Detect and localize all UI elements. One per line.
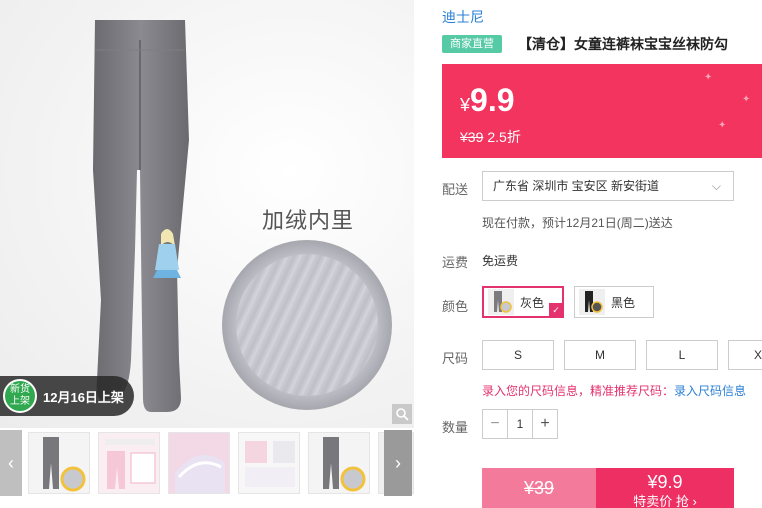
color-label: 颜色 <box>442 299 469 314</box>
black-swatch-icon <box>579 289 605 315</box>
thumbnail-2[interactable] <box>98 432 160 494</box>
chevron-right-icon: › <box>395 452 401 473</box>
size-note-text: 录入您的尺码信息，精准推荐尺码： <box>482 384 675 398</box>
main-product-image[interactable]: 加绒内里 新货 上架 12月16日上架 <box>0 0 414 428</box>
sparkle-decoration: ✦ <box>718 120 727 131</box>
shop-type-tag: 商家直营 <box>442 35 502 53</box>
plus-icon: + <box>540 415 550 432</box>
thumbnail-3[interactable] <box>168 432 230 494</box>
size-recommendation-note: 录入您的尺码信息，精准推荐尺码：录入尺码信息 <box>482 382 746 399</box>
buy-original-price: ¥39 <box>523 478 555 498</box>
delivery-label: 配送 <box>442 182 469 197</box>
price-panel: ✦ ✦ ✦ ¥9.9 ¥39 2.5折 <box>442 64 762 158</box>
price-value: 9.9 <box>470 82 515 118</box>
shipping-value: 免运费 <box>482 254 519 268</box>
size-option-xl[interactable]: X <box>728 340 762 370</box>
fleece-texture <box>236 254 378 396</box>
size-option-s[interactable]: S <box>482 340 554 370</box>
thumbnail-5[interactable] <box>308 432 370 494</box>
color-option-gray[interactable]: 灰色 ✓ <box>482 286 564 318</box>
thumbnail-tights-image <box>29 433 89 493</box>
quantity-stepper: − 1 + <box>482 409 558 439</box>
new-arrival-icon: 新货 上架 <box>3 379 37 413</box>
thumbnail-detail-image <box>239 433 299 493</box>
thumbnail-next-button[interactable]: › <box>384 430 412 496</box>
tights-illustration <box>93 20 189 412</box>
size-option-m[interactable]: M <box>564 340 636 370</box>
quantity-label: 数量 <box>442 420 469 435</box>
quantity-input[interactable]: 1 <box>507 410 533 438</box>
image-caption: 加绒内里 <box>262 209 355 234</box>
color-option-black[interactable]: 黑色 <box>574 286 654 318</box>
thumbnail-prev-button[interactable]: ‹ <box>0 430 22 496</box>
quantity-decrease-button[interactable]: − <box>483 410 507 438</box>
product-gallery: 加绒内里 新货 上架 12月16日上架 ‹ › <box>0 0 414 508</box>
new-arrival-date: 12月16日上架 <box>43 389 124 405</box>
thumbnail-strip: ‹ › <box>0 430 414 496</box>
thumbnail-1[interactable] <box>28 432 90 494</box>
zoom-button[interactable] <box>392 404 412 424</box>
address-select[interactable]: 广东省 深圳市 宝安区 新安街道 ⌵ <box>482 171 734 201</box>
size-label: 尺码 <box>442 351 469 366</box>
black-tights-icon <box>585 291 603 313</box>
special-price-buy-button[interactable]: ¥9.9 特卖价 抢 › <box>596 468 734 508</box>
color-option-label: 灰色 <box>520 295 545 310</box>
thumbnail-4[interactable] <box>238 432 300 494</box>
chevron-down-icon: ⌵ <box>711 179 721 193</box>
discount-label: 2.5折 <box>487 129 521 145</box>
new-arrival-badge: 新货 上架 12月16日上架 <box>0 376 134 416</box>
buy-special-price: ¥9.9 <box>647 472 683 492</box>
minus-icon: − <box>490 415 500 432</box>
price-sub-line: ¥39 2.5折 <box>460 127 521 147</box>
size-option-l[interactable]: L <box>646 340 718 370</box>
color-option-label: 黑色 <box>611 295 636 310</box>
original-price: ¥39 <box>460 129 484 145</box>
magnifier-icon <box>396 408 409 421</box>
sale-price: ¥9.9 <box>460 82 515 119</box>
sparkle-decoration: ✦ <box>742 94 751 105</box>
thumbnail-fabric-image <box>169 433 229 493</box>
buy-special-label: 特卖价 抢 › <box>633 494 697 508</box>
size-entry-link[interactable]: 录入尺码信息 <box>674 384 746 398</box>
thumbnail-pink-chart-image <box>99 433 159 493</box>
new-arrival-line2: 上架 <box>10 396 30 407</box>
sparkle-decoration: ✦ <box>704 72 713 83</box>
quantity-increase-button[interactable]: + <box>533 410 557 438</box>
gray-swatch-icon <box>488 289 514 315</box>
address-value: 广东省 深圳市 宝安区 新安街道 <box>493 179 660 193</box>
shipping-label: 运费 <box>442 255 469 270</box>
delivery-estimate: 现在付款，预计12月21日(周二)送达 <box>482 216 673 230</box>
brand-link[interactable]: 迪士尼 <box>442 7 484 27</box>
chevron-left-icon: ‹ <box>8 452 14 473</box>
checkmark-icon: ✓ <box>549 303 563 317</box>
new-arrival-line1: 新货 <box>10 384 30 395</box>
original-price-button[interactable]: ¥39 <box>482 468 596 508</box>
product-title: 【清仓】女童连裤袜宝宝丝袜防勾 <box>518 36 728 52</box>
currency-symbol: ¥ <box>460 95 471 115</box>
thumbnail-tights-image <box>309 433 369 493</box>
gray-tights-icon <box>494 291 512 313</box>
